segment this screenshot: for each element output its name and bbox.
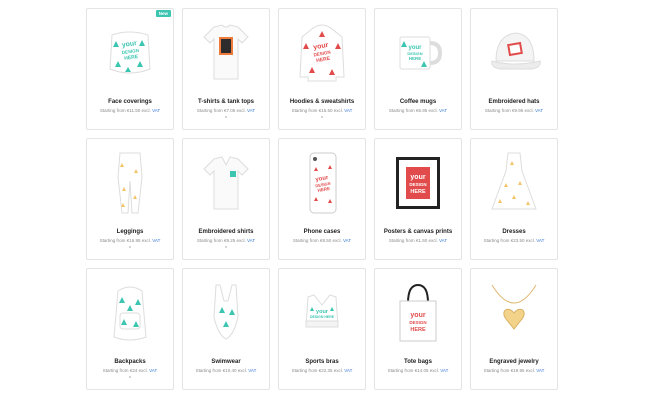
- product-name: T-shirts & tank tops: [197, 99, 254, 105]
- product-card-backpacks[interactable]: Backpacks Starting from €24 excl. VAT: [86, 268, 174, 390]
- vat-link[interactable]: VAT: [344, 108, 352, 113]
- necklace-icon: [482, 277, 546, 349]
- product-name: Backpacks: [114, 359, 146, 365]
- hoodie-icon: your DESIGN HERE: [290, 17, 354, 89]
- product-price: Starting from €18.95 excl. VAT: [483, 368, 545, 373]
- product-name: Engraved jewelry: [489, 359, 539, 365]
- product-name: Embroidered shirts: [198, 229, 254, 235]
- product-price: Starting from €6.95 excl. VAT: [388, 108, 448, 113]
- product-name: Leggings: [116, 229, 144, 235]
- product-name: Dresses: [502, 229, 526, 235]
- vat-link[interactable]: VAT: [439, 108, 447, 113]
- product-price: Starting from €8.50 excl. VAT: [292, 238, 352, 243]
- product-price: Starting from €10.40 excl. VAT: [195, 368, 257, 373]
- product-card-tote-bags[interactable]: your DESIGN HERE Tote bags Starting from…: [374, 268, 462, 390]
- tshirt-icon: [194, 17, 258, 89]
- product-card-leggings[interactable]: Leggings Starting from €16.95 excl. VAT: [86, 138, 174, 260]
- product-card-posters[interactable]: your DESIGN HERE Posters & canvas prints…: [374, 138, 462, 260]
- product-price: Starting from €9.25 excl. VAT: [196, 238, 256, 243]
- color-dot: [225, 116, 227, 118]
- face-covering-icon: your DESIGN HERE: [98, 17, 162, 89]
- mug-icon: your DESIGN HERE: [386, 17, 450, 89]
- vat-link[interactable]: VAT: [536, 238, 544, 243]
- product-name: Phone cases: [303, 229, 341, 235]
- svg-text:DESIGN HERE: DESIGN HERE: [310, 315, 335, 319]
- product-price: Starting from €1.50 excl. VAT: [388, 238, 448, 243]
- product-price: Starting from €7.05 excl. VAT: [196, 108, 256, 113]
- color-dot: [225, 246, 227, 248]
- backpack-icon: [98, 277, 162, 349]
- vat-link[interactable]: VAT: [152, 238, 160, 243]
- product-price: Starting from €15.50 excl. VAT: [291, 108, 353, 113]
- product-card-embroidered-shirts[interactable]: Embroidered shirts Starting from €9.25 e…: [182, 138, 270, 260]
- product-card-swimwear[interactable]: Swimwear Starting from €10.40 excl. VAT: [182, 268, 270, 390]
- svg-text:HERE: HERE: [409, 56, 422, 61]
- polo-shirt-icon: [194, 147, 258, 219]
- product-price: Starting from €11.50 excl. VAT: [99, 108, 161, 113]
- phone-case-icon: your DESIGN HERE: [290, 147, 354, 219]
- color-dot: [321, 116, 323, 118]
- product-price: Starting from €9.95 excl. VAT: [484, 108, 544, 113]
- vat-link[interactable]: VAT: [536, 368, 544, 373]
- product-card-sports-bras[interactable]: your DESIGN HERE Sports bras Starting fr…: [278, 268, 366, 390]
- poster-icon: your DESIGN HERE: [386, 147, 450, 219]
- product-name: Swimwear: [211, 359, 241, 365]
- tote-bag-icon: your DESIGN HERE: [386, 277, 450, 349]
- product-price: Starting from €24 excl. VAT: [102, 368, 158, 373]
- product-name: Face coverings: [108, 99, 152, 105]
- vat-link[interactable]: VAT: [439, 238, 447, 243]
- vat-link[interactable]: VAT: [247, 108, 255, 113]
- svg-text:HERE: HERE: [410, 189, 426, 195]
- color-dot: [129, 376, 131, 378]
- product-card-hoodies[interactable]: your DESIGN HERE Hoodies & sweatshirts S…: [278, 8, 366, 130]
- product-name: Sports bras: [305, 359, 339, 365]
- sports-bra-icon: your DESIGN HERE: [290, 277, 354, 349]
- svg-text:HERE: HERE: [410, 327, 426, 333]
- swimsuit-icon: [194, 277, 258, 349]
- hat-icon: [482, 17, 546, 89]
- product-card-hats[interactable]: Embroidered hats Starting from €9.95 exc…: [470, 8, 558, 130]
- product-price: Starting from €16.95 excl. VAT: [99, 238, 161, 243]
- product-name: Embroidered hats: [488, 99, 540, 105]
- product-name: Coffee mugs: [399, 99, 437, 105]
- product-name: Hoodies & sweatshirts: [289, 99, 355, 105]
- product-card-mugs[interactable]: your DESIGN HERE Coffee mugs Starting fr…: [374, 8, 462, 130]
- svg-text:DESIGN: DESIGN: [409, 320, 426, 325]
- dress-icon: [482, 147, 546, 219]
- vat-link[interactable]: VAT: [152, 108, 160, 113]
- product-price: Starting from €14.05 excl. VAT: [387, 368, 449, 373]
- product-card-dresses[interactable]: Dresses Starting from €23.50 excl. VAT: [470, 138, 558, 260]
- product-price: Starting from €22.35 excl. VAT: [291, 368, 353, 373]
- vat-link[interactable]: VAT: [440, 368, 448, 373]
- product-name: Posters & canvas prints: [383, 229, 453, 235]
- product-grid: New your DESIGN HERE Face coverings Star…: [86, 8, 558, 390]
- new-badge: New: [155, 10, 171, 17]
- svg-text:your: your: [410, 174, 425, 181]
- product-card-tshirts[interactable]: T-shirts & tank tops Starting from €7.05…: [182, 8, 270, 130]
- svg-text:DESIGN: DESIGN: [409, 182, 426, 187]
- color-dot: [129, 246, 131, 248]
- vat-link[interactable]: VAT: [247, 238, 255, 243]
- vat-link[interactable]: VAT: [149, 368, 157, 373]
- vat-link[interactable]: VAT: [535, 108, 543, 113]
- vat-link[interactable]: VAT: [343, 238, 351, 243]
- svg-text:your: your: [410, 312, 425, 319]
- product-name: Tote bags: [404, 359, 432, 365]
- vat-link[interactable]: VAT: [344, 368, 352, 373]
- product-card-jewelry[interactable]: Engraved jewelry Starting from €18.95 ex…: [470, 268, 558, 390]
- leggings-icon: [98, 147, 162, 219]
- product-price: Starting from €23.50 excl. VAT: [483, 238, 545, 243]
- vat-link[interactable]: VAT: [248, 368, 256, 373]
- product-card-phone-cases[interactable]: your DESIGN HERE Phone cases Starting fr…: [278, 138, 366, 260]
- product-card-face-coverings[interactable]: New your DESIGN HERE Face coverings Star…: [86, 8, 174, 130]
